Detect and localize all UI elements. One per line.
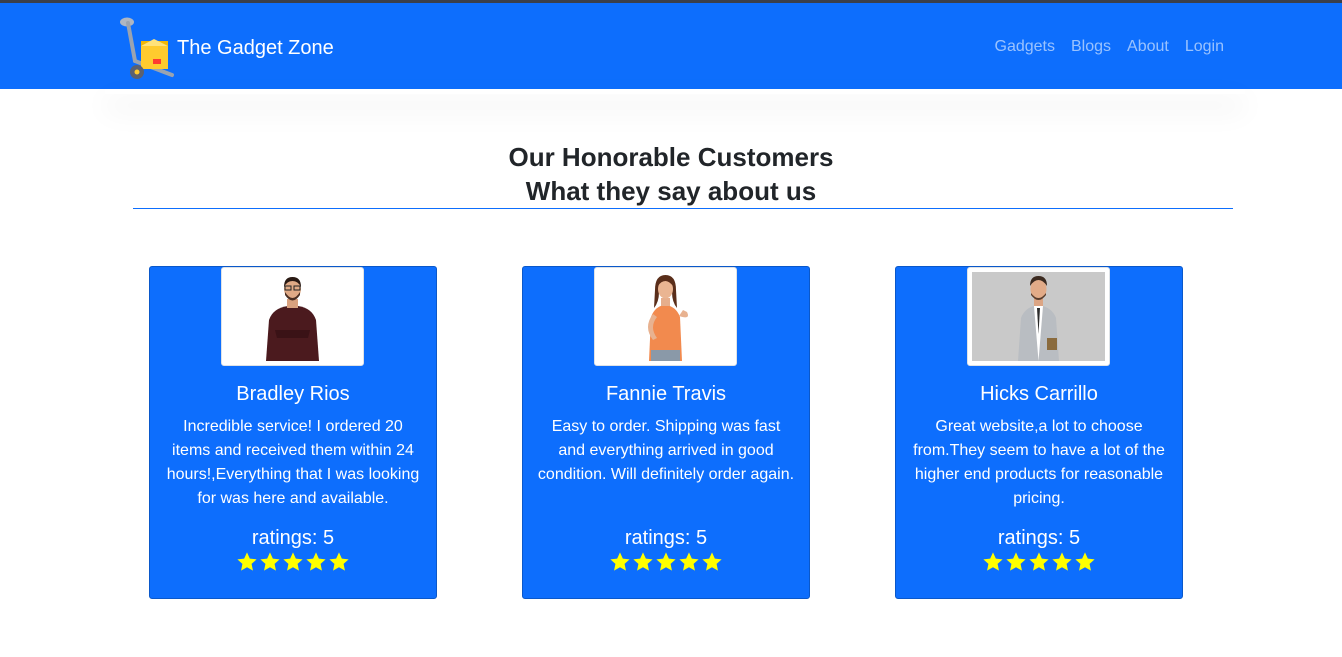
- rating-stars: [150, 551, 436, 573]
- star-icon: [656, 552, 676, 571]
- section-title: Our Honorable Customers: [508, 142, 834, 172]
- testimonial-card: Fannie Travis Easy to order. Shipping wa…: [522, 266, 810, 599]
- star-icon: [329, 552, 349, 571]
- testimonial-text: Easy to order. Shipping was fast and eve…: [537, 418, 795, 483]
- brand[interactable]: The Gadget Zone: [116, 15, 334, 81]
- star-icon: [237, 552, 257, 571]
- star-icon: [306, 552, 326, 571]
- customer-photo: [594, 267, 737, 366]
- star-icon: [283, 552, 303, 571]
- star-icon: [1075, 552, 1095, 571]
- rating-label: ratings: 5: [251, 527, 335, 549]
- section-subtitle: What they say about us: [525, 176, 817, 206]
- star-icon: [1006, 552, 1026, 571]
- customer-photo-image: [972, 272, 1105, 361]
- testimonial-card: Hicks Carrillo Great website,a lot to ch…: [895, 266, 1183, 599]
- customer-name: Fannie Travis: [605, 383, 727, 405]
- testimonial-text: Great website,a lot to choose from.They …: [913, 418, 1165, 507]
- rating-label: ratings: 5: [997, 527, 1081, 549]
- customer-photo-image: [226, 272, 359, 361]
- star-icon: [610, 552, 630, 571]
- nav-link-about[interactable]: About: [1127, 38, 1169, 56]
- brand-name: The Gadget Zone: [177, 36, 334, 59]
- section-divider: [133, 208, 1233, 209]
- rating-label: ratings: 5: [624, 527, 708, 549]
- star-icon: [1052, 552, 1072, 571]
- nav-links: Gadgets Blogs About Login: [995, 38, 1224, 56]
- nav-link-gadgets[interactable]: Gadgets: [995, 38, 1055, 56]
- testimonial-text: Incredible service! I ordered 20 items a…: [166, 418, 420, 507]
- star-icon: [679, 552, 699, 571]
- hand-truck-icon: [120, 17, 174, 79]
- star-icon: [1029, 552, 1049, 571]
- customer-name: Bradley Rios: [236, 383, 350, 405]
- rating-stars: [523, 551, 809, 573]
- star-icon: [702, 552, 722, 571]
- testimonial-card: Bradley Rios Incredible service! I order…: [149, 266, 437, 599]
- star-icon: [983, 552, 1003, 571]
- customer-photo-image: [599, 272, 732, 361]
- nav-link-blogs[interactable]: Blogs: [1071, 38, 1111, 56]
- customer-photo: [221, 267, 364, 366]
- rating-stars: [896, 551, 1182, 573]
- navbar: The Gadget Zone Gadgets Blogs About Logi…: [0, 3, 1342, 89]
- star-icon: [260, 552, 280, 571]
- customer-photo: [967, 267, 1110, 366]
- navbar-shadow-bar: [105, 89, 1245, 94]
- star-icon: [633, 552, 653, 571]
- customer-name: Hicks Carrillo: [980, 383, 1098, 405]
- nav-link-login[interactable]: Login: [1185, 38, 1224, 56]
